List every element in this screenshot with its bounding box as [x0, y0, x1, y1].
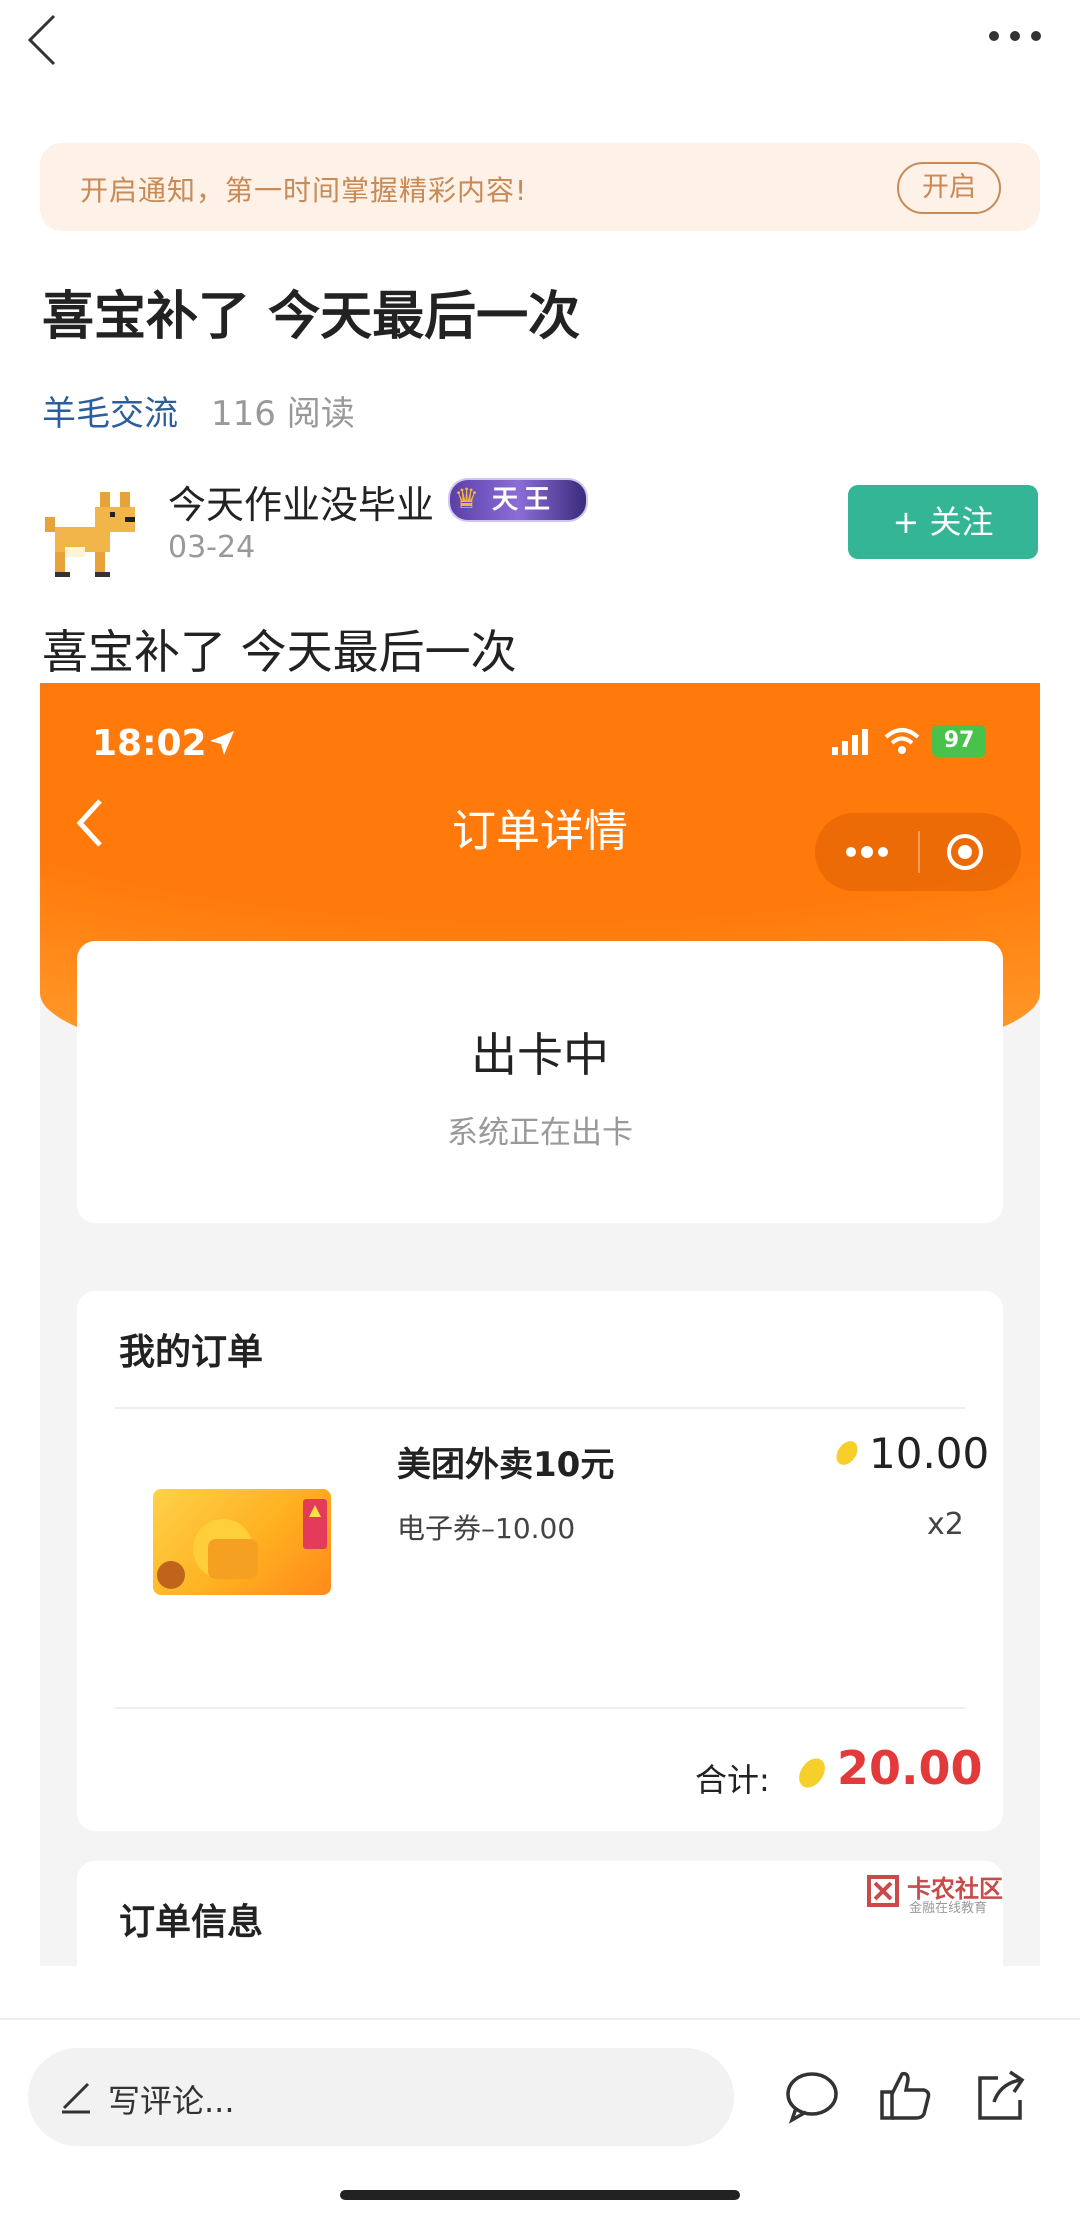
product-quantity: x2 — [927, 1507, 964, 1542]
coupon-card-icon — [157, 1499, 327, 1589]
pixel-dog-avatar-icon — [45, 492, 135, 577]
back-button[interactable] — [22, 10, 62, 70]
notification-text: 开启通知，第一时间掌握精彩内容! — [80, 174, 528, 207]
product-image — [153, 1489, 331, 1595]
total-price: 20.00 — [837, 1741, 983, 1795]
product-price: 10.00 — [869, 1429, 990, 1478]
wifi-icon — [884, 728, 920, 754]
product-name: 美团外卖10元 — [397, 1445, 615, 1485]
divider — [115, 1707, 965, 1709]
more-icon — [989, 31, 1041, 41]
thumbs-up-icon — [880, 2071, 931, 2120]
read-count: 116 阅读 — [211, 394, 355, 434]
watermark-subtext: 金融在线教育 — [909, 1901, 988, 1916]
author-name[interactable]: 今天作业没毕业 — [168, 474, 434, 529]
watermark-logo-icon — [867, 1875, 899, 1907]
more-button[interactable] — [980, 18, 1050, 54]
comment-input[interactable]: 写评论... — [28, 2048, 734, 2146]
status-time: 18:02 — [92, 723, 207, 764]
share-button[interactable] — [970, 2066, 1030, 2126]
gold-bean-icon — [799, 1758, 825, 1788]
badge-label: 天王 — [492, 485, 557, 515]
divider — [115, 1407, 965, 1409]
chevron-left-icon — [27, 14, 56, 66]
order-section-title: 我的订单 — [119, 1332, 264, 1373]
home-indicator — [340, 2190, 740, 2200]
like-button[interactable] — [876, 2066, 936, 2126]
signal-icon — [832, 729, 868, 755]
comment-placeholder: 写评论... — [108, 2082, 235, 2120]
follow-button[interactable]: + 关注 — [848, 485, 1038, 559]
crown-icon: ♛ — [454, 482, 480, 515]
order-card: 我的订单 美团外卖10元 电子券–10.00 10.00 x2 合计: 20.0… — [77, 1291, 1003, 1831]
battery-indicator: 97 — [932, 725, 986, 757]
close-target-icon — [947, 834, 983, 870]
enable-notification-button[interactable]: 开启 — [897, 162, 1001, 214]
comment-button[interactable] — [782, 2066, 842, 2126]
pencil-icon — [62, 2082, 90, 2114]
order-info-title: 订单信息 — [119, 1902, 264, 1943]
avatar[interactable] — [40, 482, 140, 582]
bottom-divider — [0, 2018, 1080, 2020]
share-icon — [978, 2070, 1025, 2120]
status-subtitle: 系统正在出卡 — [447, 1115, 633, 1151]
comment-bubble-icon — [786, 2072, 838, 2124]
capsule-divider — [918, 831, 920, 873]
gold-bean-icon — [836, 1441, 858, 1465]
product-description: 电子券–10.00 — [397, 1512, 576, 1545]
status-card: 出卡中 系统正在出卡 — [77, 941, 1003, 1223]
topic-link[interactable]: 羊毛交流 — [42, 386, 178, 435]
mini-program-capsule — [815, 813, 1021, 891]
watermark: 卡农社区 金融在线教育 — [863, 1867, 1003, 1917]
total-label: 合计: — [695, 1761, 770, 1799]
more-dots-icon — [846, 846, 888, 858]
post-date: 03-24 — [168, 530, 256, 565]
location-arrow-icon — [210, 731, 234, 755]
post-body: 喜宝补了 今天最后一次 — [42, 625, 517, 679]
user-badge: ♛ 天王 — [448, 478, 588, 522]
post-title: 喜宝补了 今天最后一次 — [42, 287, 581, 347]
embedded-screenshot[interactable]: 18:02 97 订单详情 出卡中 系统正在出卡 我的订单 美团外卖10元 电子… — [40, 683, 1040, 1966]
notification-banner: 开启通知，第一时间掌握精彩内容! 开启 — [40, 143, 1040, 231]
status-title: 出卡中 — [471, 1028, 609, 1082]
order-info-card: 订单信息 卡农社区 金融在线教育 — [77, 1861, 1003, 1966]
